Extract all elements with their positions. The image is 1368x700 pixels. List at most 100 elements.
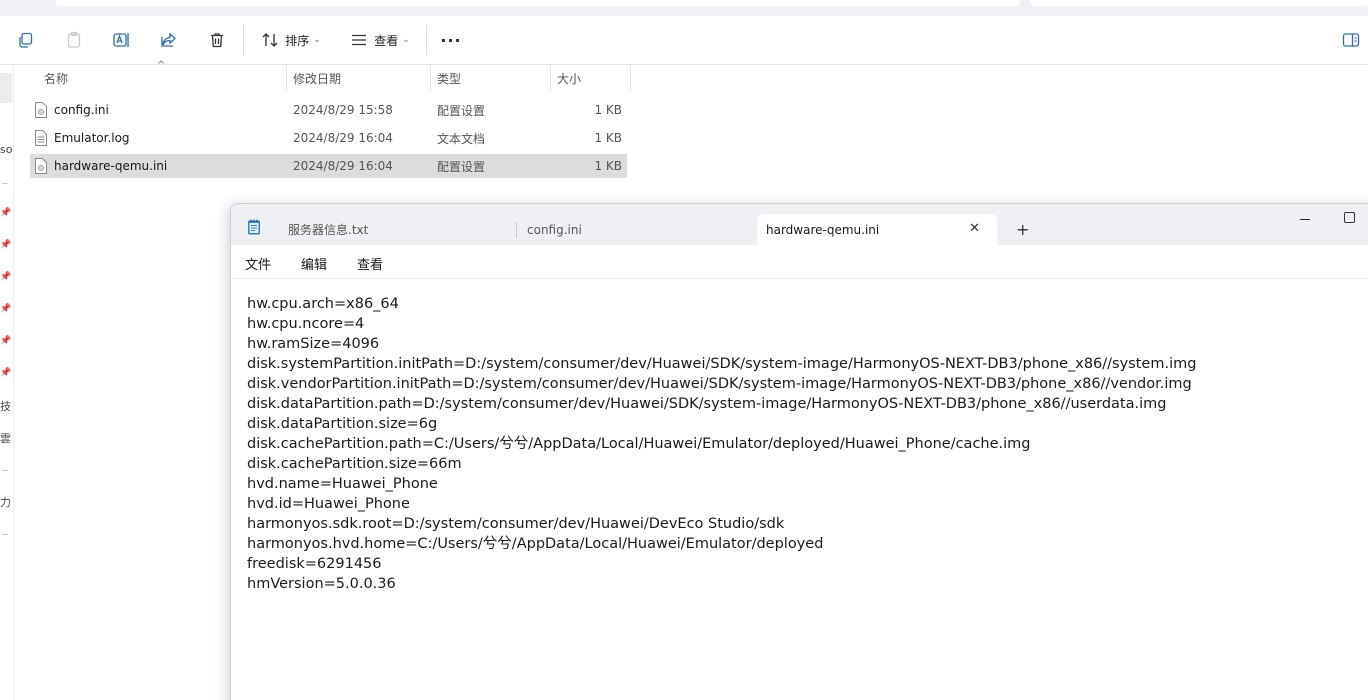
- text-file-icon: [35, 130, 47, 146]
- nav-item-fragment[interactable]: 力: [0, 494, 11, 510]
- minimize-button[interactable]: [1299, 212, 1313, 226]
- editor-line: hw.cpu.ncore=4: [247, 316, 365, 332]
- details-pane-icon: [1342, 33, 1360, 47]
- file-size: 1 KB: [594, 131, 622, 145]
- tab-label: config.ini: [527, 222, 582, 237]
- tab-server-info-txt[interactable]: 服务器信息.txt: [288, 214, 508, 245]
- editor-line: harmonyos.hvd.home=C:/Users/兮兮/AppData/L…: [247, 536, 824, 552]
- column-header-modified[interactable]: 修改日期: [293, 65, 427, 91]
- column-header-type[interactable]: 类型: [437, 65, 547, 91]
- editor-line: hvd.id=Huawei_Phone: [247, 496, 410, 512]
- delete-button[interactable]: [205, 25, 229, 55]
- notepad-app-icon: [248, 219, 260, 235]
- file-type: 配置设置: [437, 159, 486, 174]
- file-size: 1 KB: [594, 103, 622, 117]
- editor-line: disk.dataPartition.size=6g: [247, 416, 438, 432]
- nav-item-fragment[interactable]: 雲: [0, 430, 11, 446]
- column-header-name[interactable]: 名称: [44, 65, 284, 91]
- column-divider[interactable]: [430, 65, 431, 91]
- toolbar-divider: [426, 25, 427, 55]
- notepad-menubar: 文件 编辑 查看: [231, 245, 1368, 279]
- file-type: 配置设置: [437, 103, 486, 118]
- editor-line: hmVersion=5.0.0.36: [247, 576, 396, 592]
- trash-icon: [211, 33, 223, 48]
- sort-button[interactable]: 排序 ⌄: [258, 25, 324, 55]
- editor-line: disk.cachePartition.size=66m: [247, 456, 462, 472]
- editor-line: disk.vendorPartition.initPath=D:/system/…: [247, 376, 1192, 392]
- notepad-titlebar[interactable]: 服务器信息.txt config.ini hardware-qemu.ini ✕…: [231, 204, 1368, 245]
- menu-file[interactable]: 文件: [245, 254, 271, 273]
- share-button[interactable]: [157, 25, 181, 55]
- editor-line: freedisk=6291456: [247, 556, 382, 572]
- column-divider[interactable]: [630, 65, 631, 91]
- file-row-hardware-qemu-ini[interactable]: hardware-qemu.ini 2024/8/29 16:04 配置设置 1…: [30, 154, 627, 178]
- menu-view[interactable]: 查看: [357, 254, 383, 273]
- file-name: Emulator.log: [54, 131, 130, 145]
- sort-icon: [262, 33, 278, 47]
- notepad-window: 服务器信息.txt config.ini hardware-qemu.ini ✕…: [230, 203, 1368, 700]
- file-modified: 2024/8/29 15:58: [293, 103, 393, 117]
- nav-item-selected[interactable]: [0, 73, 12, 103]
- paste-icon: [67, 31, 81, 48]
- share-icon: [161, 32, 176, 47]
- close-tab-icon[interactable]: ✕: [969, 221, 980, 236]
- explorer-command-bar: 排序 ⌄ 查看 ⌄ ···: [0, 16, 1368, 65]
- rename-button[interactable]: [109, 25, 133, 55]
- paste-button[interactable]: [62, 25, 86, 55]
- ini-file-icon: [35, 102, 47, 118]
- chevron-down-icon: ⌄: [313, 35, 321, 45]
- tab-config-ini[interactable]: config.ini: [527, 214, 747, 245]
- column-divider[interactable]: [286, 65, 287, 91]
- chevron-down-icon: ⌄: [402, 35, 410, 45]
- address-bar-edge[interactable]: [56, 0, 1020, 6]
- editor-line: harmonyos.sdk.root=D:/system/consumer/de…: [247, 516, 785, 532]
- editor-line: hw.ramSize=4096: [247, 336, 380, 352]
- view-list-icon: [352, 34, 367, 46]
- view-button[interactable]: 查看 ⌄: [347, 25, 413, 55]
- column-divider[interactable]: [550, 65, 551, 91]
- editor-line: disk.systemPartition.initPath=D:/system/…: [247, 356, 1197, 372]
- file-name: hardware-qemu.ini: [54, 159, 168, 173]
- nav-divider: [2, 534, 8, 535]
- column-header-size[interactable]: 大小: [557, 65, 627, 91]
- view-label: 查看: [374, 33, 399, 48]
- search-box-edge[interactable]: [1030, 0, 1368, 6]
- copy-button[interactable]: [14, 25, 38, 55]
- tab-label: hardware-qemu.ini: [766, 222, 880, 237]
- explorer-address-strip: [0, 0, 1368, 16]
- file-modified: 2024/8/29 16:04: [293, 131, 393, 145]
- nav-item-fragment[interactable]: 技: [0, 398, 11, 414]
- nav-divider: [2, 470, 8, 471]
- file-name: config.ini: [54, 103, 109, 117]
- pin-icon: 📌: [0, 368, 12, 378]
- file-type: 文本文档: [437, 131, 486, 146]
- maximize-button[interactable]: [1344, 212, 1355, 223]
- ini-file-icon: [35, 158, 47, 174]
- editor-line: hw.cpu.arch=x86_64: [247, 296, 399, 312]
- pin-icon: 📌: [0, 208, 12, 218]
- desktop: 排序 ⌄ 查看 ⌄ ··· so 📌 📌 📌 📌 📌 📌 技 雲 力 ^ 名称 …: [0, 0, 1368, 700]
- more-options-button[interactable]: ···: [438, 25, 464, 55]
- pin-icon: 📌: [0, 240, 12, 250]
- file-row-config-ini[interactable]: config.ini 2024/8/29 15:58 配置设置 1 KB: [30, 98, 627, 122]
- navigation-pane: [0, 65, 14, 700]
- file-modified: 2024/8/29 16:04: [293, 159, 393, 173]
- pin-icon: 📌: [0, 272, 12, 282]
- tab-hardware-qemu-ini[interactable]: hardware-qemu.ini: [757, 214, 997, 245]
- nav-divider: [2, 183, 8, 184]
- pin-icon: 📌: [0, 304, 12, 314]
- copy-icon: [19, 32, 33, 48]
- editor-line: disk.cachePartition.path=C:/Users/兮兮/App…: [247, 436, 1031, 452]
- editor-line: disk.dataPartition.path=D:/system/consum…: [247, 396, 1167, 412]
- nav-item-fragment[interactable]: so: [0, 143, 12, 156]
- editor-line: hvd.name=Huawei_Phone: [247, 476, 438, 492]
- rename-icon: [113, 33, 129, 47]
- menu-edit[interactable]: 编辑: [301, 254, 327, 273]
- notepad-text-editor[interactable]: hw.cpu.arch=x86_64 hw.cpu.ncore=4 hw.ram…: [247, 294, 1357, 594]
- new-tab-button[interactable]: +: [1016, 220, 1029, 239]
- details-pane-button[interactable]: [1340, 25, 1362, 55]
- pin-icon: 📌: [0, 336, 12, 346]
- file-size: 1 KB: [594, 159, 622, 173]
- file-row-emulator-log[interactable]: Emulator.log 2024/8/29 16:04 文本文档 1 KB: [30, 126, 627, 150]
- tab-separator: [516, 222, 517, 238]
